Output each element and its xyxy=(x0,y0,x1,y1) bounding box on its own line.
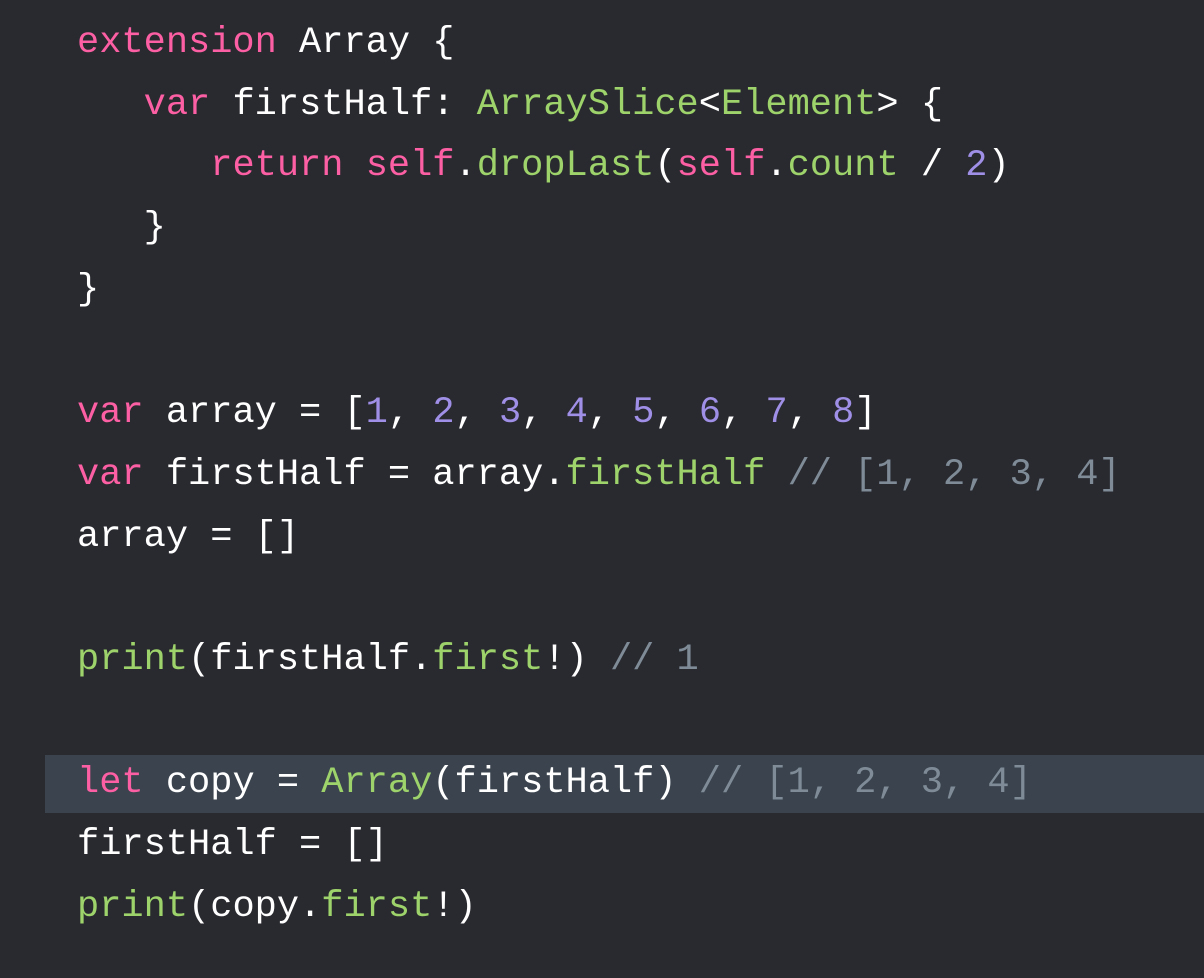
code-line[interactable]: var array = [1, 2, 3, 4, 5, 6, 7, 8] xyxy=(0,383,1204,445)
code-text: , xyxy=(654,392,699,435)
code-text: . xyxy=(454,145,477,188)
code-text: array = [ xyxy=(143,392,366,435)
identifier-token: Array xyxy=(321,762,433,805)
code-text: < xyxy=(698,83,721,126)
code-text: , xyxy=(587,392,633,435)
code-text: , xyxy=(454,392,499,435)
identifier-token: ArraySlice xyxy=(476,83,699,126)
code-line[interactable]: firstHalf = [] xyxy=(0,815,1204,877)
keyword-token: var xyxy=(77,392,144,435)
code-text: firstHalf = array. xyxy=(143,453,566,496)
number-token: 8 xyxy=(832,392,855,435)
identifier-token: Element xyxy=(720,83,877,126)
code-text: firstHalf = [] xyxy=(77,823,388,866)
code-line[interactable] xyxy=(0,321,1204,383)
code-text: (copy. xyxy=(188,885,322,928)
identifier-token: count xyxy=(787,145,899,188)
code-text: (firstHalf) xyxy=(432,762,699,805)
code-line[interactable]: print(firstHalf.first!) // 1 xyxy=(0,630,1204,692)
keyword-token: var xyxy=(77,453,144,496)
comment-token: // [1, 2, 3, 4] xyxy=(698,762,1032,805)
code-text: firstHalf: xyxy=(210,83,477,126)
keyword-token: self xyxy=(676,145,766,188)
code-line[interactable]: return self.dropLast(self.count / 2) xyxy=(0,136,1204,198)
code-line-highlighted[interactable]: let copy = Array(firstHalf) // [1, 2, 3,… xyxy=(0,753,1204,815)
code-text: } xyxy=(77,268,100,311)
code-line[interactable] xyxy=(0,568,1204,630)
code-text: ] xyxy=(854,392,877,435)
code-text: . xyxy=(765,145,788,188)
identifier-token: print xyxy=(77,638,189,681)
identifier-token: firstHalf xyxy=(565,453,766,496)
code-text: , xyxy=(387,392,433,435)
code-text: array = [] xyxy=(77,515,300,558)
code-text: (firstHalf. xyxy=(188,638,433,681)
comment-token: // 1 xyxy=(609,638,699,681)
code-text: !) xyxy=(432,885,477,928)
code-text: Array { xyxy=(276,22,455,64)
number-token: 1 xyxy=(365,392,388,435)
code-text: ) xyxy=(987,145,1010,188)
code-text: , xyxy=(721,392,766,435)
identifier-token: print xyxy=(77,885,189,928)
code-text: !) xyxy=(543,638,610,681)
code-line[interactable]: var firstHalf: ArraySlice<Element> { xyxy=(0,75,1204,137)
code-text: > { xyxy=(876,83,944,126)
code-line[interactable]: print(copy.first!) xyxy=(0,877,1204,939)
code-text: , xyxy=(787,392,833,435)
number-token: 2 xyxy=(965,145,988,188)
code-text: ( xyxy=(654,145,677,188)
number-token: 3 xyxy=(498,392,522,435)
keyword-token: return xyxy=(210,145,344,188)
comment-token: // [1, 2, 3, 4] xyxy=(787,453,1121,496)
code-line[interactable] xyxy=(0,692,1204,754)
code-text: , xyxy=(521,392,566,435)
code-line[interactable]: var firstHalf = array.firstHalf // [1, 2… xyxy=(0,445,1204,507)
identifier-token: first xyxy=(321,885,433,928)
code-line[interactable]: array = [] xyxy=(0,507,1204,569)
keyword-token: self xyxy=(365,145,455,188)
keyword-token: extension xyxy=(77,22,277,64)
number-token: 2 xyxy=(432,392,455,435)
number-token: 6 xyxy=(698,392,722,435)
code-text: } xyxy=(77,207,166,250)
code-text: copy = xyxy=(143,762,322,805)
number-token: 7 xyxy=(765,392,788,435)
code-line[interactable]: } xyxy=(0,260,1204,322)
number-token: 4 xyxy=(565,392,588,435)
identifier-token: dropLast xyxy=(476,145,655,188)
number-token: 5 xyxy=(632,392,655,435)
code-text: / xyxy=(898,145,966,188)
code-line[interactable]: extension Array { xyxy=(0,13,1204,75)
identifier-token: first xyxy=(432,638,544,681)
code-editor[interactable]: extension Array { var firstHalf: ArraySl… xyxy=(0,13,1204,938)
code-line[interactable]: } xyxy=(0,198,1204,260)
keyword-token: let xyxy=(77,762,144,805)
keyword-token: var xyxy=(143,83,211,126)
